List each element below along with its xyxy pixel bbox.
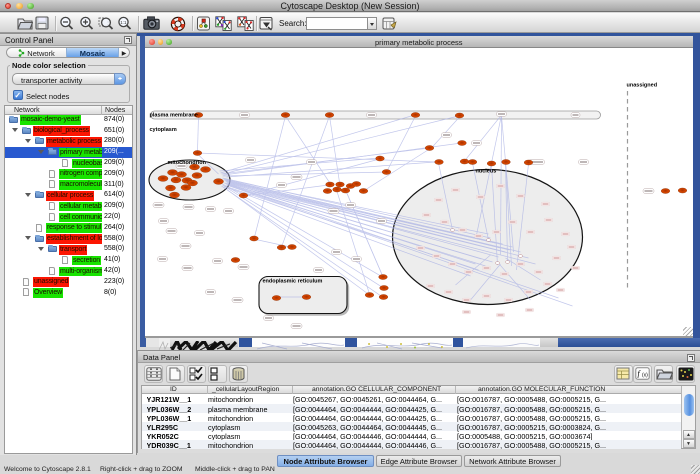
svg-text:plasma membrane: plasma membrane (149, 113, 197, 119)
svg-text:endoplasmic reticulum: endoplasmic reticulum (262, 279, 322, 285)
svg-text:(x): (x) (642, 373, 648, 379)
svg-text:unassigned: unassigned (626, 83, 657, 89)
svg-text:1:1: 1:1 (120, 20, 127, 25)
svg-text:nucleus: nucleus (475, 169, 496, 175)
svg-text:mitochondrion: mitochondrion (167, 160, 206, 166)
svg-text:cytoplasm: cytoplasm (149, 127, 176, 133)
